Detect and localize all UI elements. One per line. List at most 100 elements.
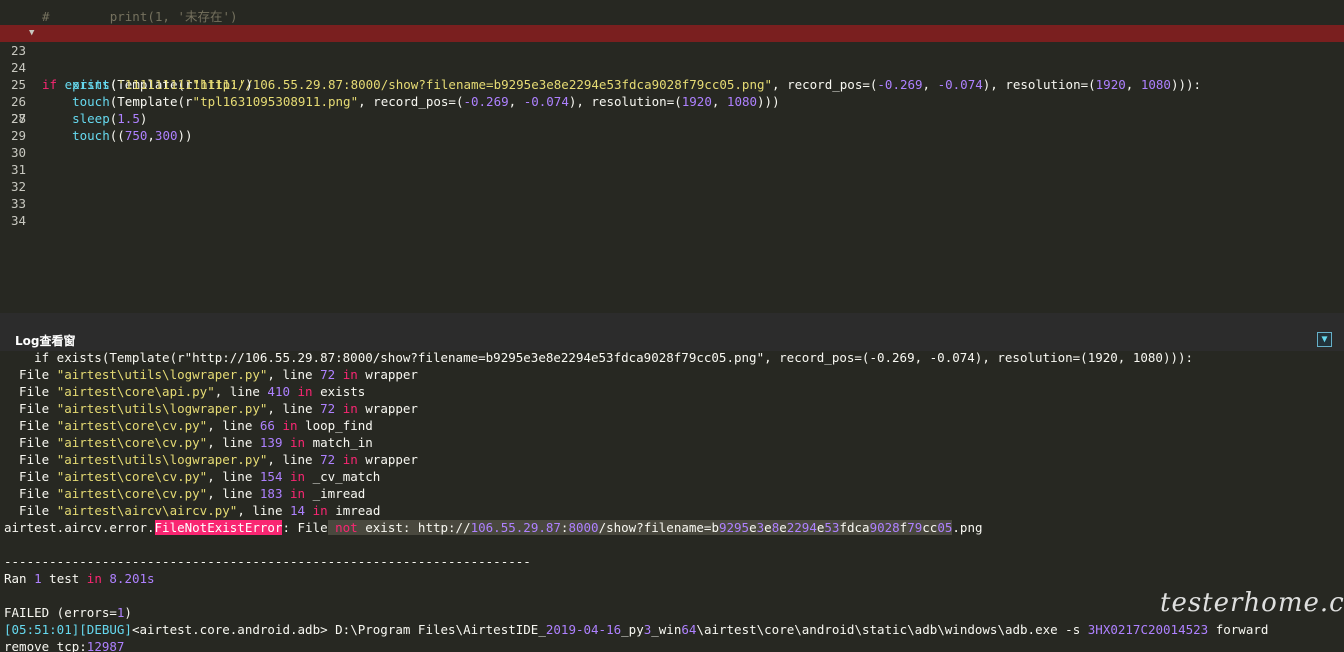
log-line: remove tcp:12987	[4, 638, 124, 652]
tb-label: , line	[207, 469, 260, 484]
editor-line: 32	[0, 178, 1344, 195]
tb-label: , line	[207, 435, 260, 450]
keyword: in	[297, 384, 313, 399]
line-number: 28	[10, 111, 26, 126]
ran-text: Ran	[4, 571, 35, 586]
editor-line: 22	[0, 8, 1344, 41]
debug-time: [05:51:01]	[4, 622, 80, 637]
line-number: 32	[10, 179, 26, 194]
funnel-icon[interactable]: ▼	[1317, 332, 1332, 347]
tb-space	[305, 486, 313, 501]
tb-function: _imread	[312, 486, 366, 501]
keyword: in	[290, 435, 306, 450]
tb-function: match_in	[312, 435, 373, 450]
ran-line: Ran 1 test in 8.201s	[4, 570, 155, 587]
tb-label: File	[4, 418, 57, 433]
traceback-line: File "airtest\aircv\aircv.py", line 14 i…	[4, 502, 380, 519]
editor-line: 34	[0, 212, 1344, 229]
tb-space	[298, 418, 306, 433]
tb-label: File	[4, 367, 57, 382]
line-number: 30	[10, 145, 26, 160]
tb-line-number: 183	[259, 486, 283, 501]
tb-label: File	[4, 486, 57, 501]
tb-space	[335, 401, 343, 416]
error-prefix: airtest.aircv.error.	[4, 520, 155, 535]
error-text: exist: http://	[357, 520, 471, 535]
editor-line: # print(1, '未存在')	[0, 0, 1344, 24]
line-number: 31	[10, 162, 26, 177]
log-text: remove tcp:	[4, 639, 87, 652]
debug-text: _win	[651, 622, 682, 637]
code-editor[interactable]: # print(1, '未存在') 22 23 ▼ if exists(Temp…	[0, 0, 1344, 313]
log-output[interactable]: if exists(Template(r"http://106.55.29.87…	[0, 351, 1344, 652]
error-text: cc	[922, 520, 938, 535]
editor-line: 27 touch((750,300))	[0, 93, 1344, 143]
tb-space	[305, 435, 313, 450]
editor-line: 29	[0, 127, 1344, 144]
tb-label: , line	[267, 367, 321, 382]
log-line: if exists(Template(r"http://106.55.29.87…	[4, 351, 1194, 365]
tb-space	[313, 384, 321, 399]
tb-space	[282, 486, 290, 501]
number-literal: 9295	[718, 520, 750, 535]
debug-text: forward	[1208, 622, 1269, 637]
editor-line: 31	[0, 161, 1344, 178]
error-text: : File	[282, 520, 328, 535]
traceback-line: File "airtest\core\api.py", line 410 in …	[4, 383, 365, 400]
test-count: 1	[34, 571, 42, 586]
fold-arrow-icon[interactable]: ▼	[29, 25, 34, 42]
tb-function: wrapper	[365, 367, 418, 382]
tb-space	[305, 469, 313, 484]
tb-label: File	[4, 384, 57, 399]
tb-file: "airtest\core\cv.py"	[56, 435, 208, 450]
tb-space	[335, 367, 343, 382]
line-number: 33	[10, 196, 26, 211]
run-time: 8.201s	[109, 571, 155, 586]
line-number: 34	[10, 213, 26, 228]
traceback-line: File "airtest\core\cv.py", line 183 in _…	[4, 485, 365, 502]
error-text: /show?filename=b	[598, 520, 719, 535]
tb-label: , line	[207, 418, 260, 433]
tb-label: File	[4, 452, 57, 467]
keyword: in	[342, 452, 358, 467]
traceback-line: File "airtest\utils\logwraper.py", line …	[4, 400, 418, 417]
tb-label: , line	[237, 503, 290, 518]
ran-text: test	[41, 571, 87, 586]
error-text: e	[749, 520, 757, 535]
tb-space	[282, 435, 290, 450]
panel-splitter[interactable]	[0, 313, 1344, 327]
tb-label: , line	[207, 486, 260, 501]
tb-space	[282, 469, 290, 484]
tb-function: _cv_match	[312, 469, 381, 484]
error-message-selection: not exist: http://106.55.29.87:8000/show…	[327, 520, 953, 535]
tb-file: "airtest\core\cv.py"	[56, 469, 208, 484]
tb-function: exists	[320, 384, 366, 399]
number-literal: 53	[824, 520, 840, 535]
tb-file: "airtest\utils\logwraper.py"	[56, 452, 268, 467]
debug-line: [05:51:01][DEBUG]<airtest.core.android.a…	[4, 621, 1268, 638]
tb-label: File	[4, 469, 57, 484]
traceback-line: File "airtest\core\cv.py", line 154 in _…	[4, 468, 380, 485]
editor-line: 28	[0, 110, 1344, 127]
number-literal: 64	[681, 622, 697, 637]
tb-line-number: 410	[267, 384, 290, 399]
tb-line-number: 154	[259, 469, 283, 484]
tb-function: wrapper	[365, 401, 418, 416]
log-panel-header: Log查看窗 ▼	[0, 327, 1344, 351]
keyword: in	[290, 469, 306, 484]
separator-line: ----------------------------------------…	[4, 554, 531, 569]
error-text: fdca	[839, 520, 870, 535]
editor-line: 26 sleep(1.5)	[0, 76, 1344, 126]
editor-line: 25 touch(Template(r"tpl1631095308911.png…	[0, 59, 1344, 109]
line-number: 29	[10, 128, 26, 143]
keyword: not	[327, 520, 358, 535]
tb-file: "airtest\core\cv.py"	[56, 486, 208, 501]
tb-function: loop_find	[305, 418, 373, 433]
tb-line-number: 72	[320, 367, 336, 382]
error-line: airtest.aircv.error.FileNotExistError: F…	[4, 519, 983, 536]
editor-line: 33	[0, 195, 1344, 212]
number-literal: 2294	[786, 520, 817, 535]
debug-text: \airtest\core\android\static\adb\windows…	[696, 622, 1088, 637]
editor-line: 30	[0, 144, 1344, 161]
tb-space	[290, 384, 298, 399]
